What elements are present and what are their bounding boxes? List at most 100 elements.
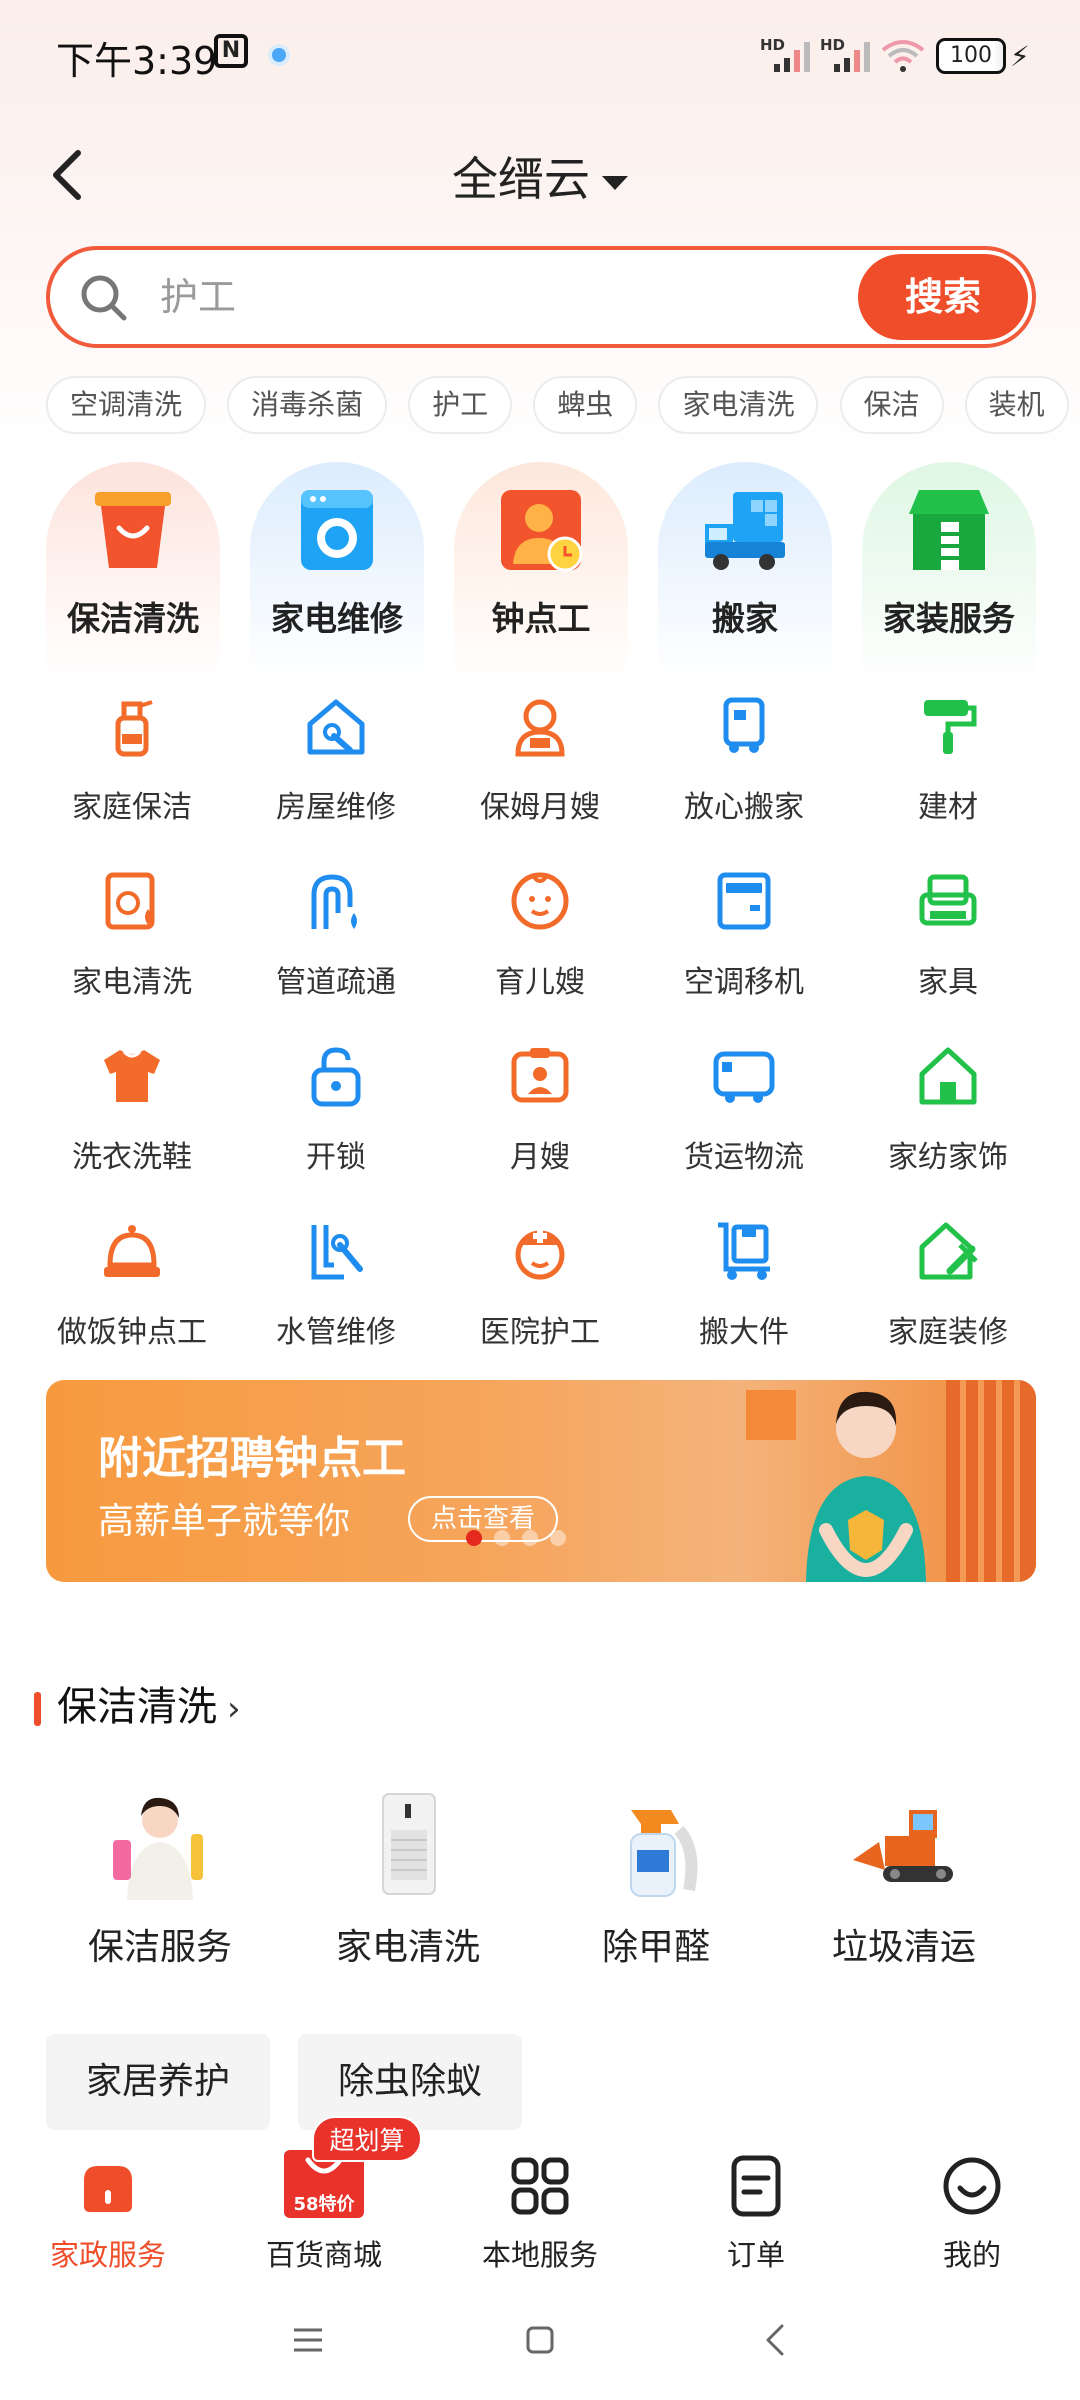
tab-label: 百货商城: [265, 2238, 382, 2272]
washing-machine-icon: [301, 490, 373, 570]
truck-icon: [723, 697, 765, 753]
house-service-icon: [84, 2166, 132, 2212]
wifi-icon: [881, 40, 925, 72]
air-purifier-image: [382, 1793, 436, 1895]
service-item-formaldehyde[interactable]: 除甲醛: [526, 1790, 776, 1990]
grid-item-maternity-nurse[interactable]: 月嫂: [438, 1040, 642, 1210]
status-bar: 下午3:39 N HD HD 100 ⚡: [0, 0, 1080, 110]
grid-item-label: 管道疏通: [276, 965, 396, 1000]
paint-roller-icon: [924, 700, 977, 754]
category-home-decoration[interactable]: 家装服务: [862, 462, 1036, 682]
search-input[interactable]: [160, 264, 860, 330]
grid-item-label: 水管维修: [276, 1315, 396, 1350]
chip[interactable]: 保洁: [839, 376, 944, 434]
grid-item-house-repair[interactable]: 房屋维修: [234, 690, 438, 860]
tab-home-service[interactable]: 家政服务: [0, 2154, 216, 2274]
grid-item-label: 家庭保洁: [72, 790, 192, 825]
tab-label: 家政服务: [49, 2238, 166, 2272]
chip[interactable]: 空调清洗: [46, 376, 207, 434]
tab-local-service[interactable]: 本地服务: [432, 2154, 648, 2274]
home-square-icon[interactable]: [520, 2320, 560, 2360]
notification-dot-icon: [272, 48, 286, 62]
chip[interactable]: 护工: [408, 376, 513, 434]
tag-home-maintenance[interactable]: 家居养护: [46, 2034, 271, 2130]
service-item-label: 除甲醛: [601, 1927, 710, 1968]
tab-mall[interactable]: 58特价 百货商城: [216, 2150, 432, 2274]
grid-item-freight[interactable]: 货运物流: [642, 1040, 846, 1210]
grid-item-ac-relocation[interactable]: 空调移机: [642, 865, 846, 1035]
service-item-label: 保洁服务: [87, 1927, 232, 1968]
category-label: 家装服务: [883, 599, 1015, 638]
promo-badge: 超划算: [312, 2116, 422, 2162]
service-item-garbage-removal[interactable]: 垃圾清运: [774, 1790, 1024, 1990]
grid-item-label: 搬大件: [699, 1315, 789, 1350]
grid-item-pipe-unclog[interactable]: 管道疏通: [234, 865, 438, 1035]
category-appliance-repair[interactable]: 家电维修: [250, 462, 424, 682]
grid-item-appliance-cleaning[interactable]: 家电清洗: [30, 865, 234, 1035]
grid-item-cooking-helper[interactable]: 做饭钟点工: [30, 1215, 234, 1385]
menu-icon[interactable]: [288, 2320, 328, 2360]
grid-item-home-renovation[interactable]: 家庭装修: [846, 1215, 1050, 1385]
search-button[interactable]: 搜索: [858, 254, 1028, 340]
grid-item-label: 家庭装修: [888, 1315, 1008, 1350]
order-icon: [731, 2155, 781, 2217]
category-label: 搬家: [712, 599, 778, 638]
grid-item-childcare[interactable]: 育儿嫂: [438, 865, 642, 1035]
tab-label: 订单: [726, 2238, 785, 2272]
baby-icon: [511, 872, 569, 930]
nanny-icon: [515, 699, 565, 757]
service-item-appliance-cleaning[interactable]: 家电清洗: [278, 1790, 528, 1990]
chevron-right-icon: ›: [227, 1689, 241, 1729]
chip[interactable]: 家电清洗: [658, 376, 819, 434]
home-icon: [919, 1047, 977, 1105]
nurse-icon: [515, 1229, 565, 1280]
grid-item-laundry[interactable]: 洗衣洗鞋: [30, 1040, 234, 1210]
signal-icon: [774, 42, 810, 72]
section-title-cleaning[interactable]: 保洁清洗 ›: [34, 1674, 241, 1734]
grid-item-building-materials[interactable]: 建材: [846, 690, 1050, 860]
caret-down-icon: [602, 175, 628, 190]
back-triangle-icon[interactable]: [756, 2320, 796, 2360]
chip[interactable]: 消毒杀菌: [227, 376, 388, 434]
grid-item-label: 保姆月嫂: [480, 790, 600, 825]
tab-orders[interactable]: 订单: [648, 2154, 864, 2274]
tab-label: 本地服务: [481, 2238, 598, 2272]
pipe-icon: [311, 874, 357, 929]
grid-item-home-cleaning[interactable]: 家庭保洁: [30, 690, 234, 860]
pager-dot-active: [466, 1530, 482, 1546]
tab-label: 我的: [942, 2238, 1001, 2272]
bulldozer-image: [853, 1810, 953, 1882]
system-nav-bar: [0, 2290, 1080, 2400]
sofa-icon: [919, 874, 977, 926]
pager-dot: [494, 1530, 510, 1546]
grid-item-nanny[interactable]: 保姆月嫂: [438, 690, 642, 860]
banner-title: 附近招聘钟点工: [98, 1433, 406, 1484]
service-item-cleaning[interactable]: 保洁服务: [30, 1790, 280, 1990]
grid-item-safe-moving[interactable]: 放心搬家: [642, 690, 846, 860]
category-moving[interactable]: 搬家: [658, 462, 832, 682]
grid-item-home-textiles[interactable]: 家纺家饰: [846, 1040, 1050, 1210]
grid-item-label: 放心搬家: [684, 790, 804, 825]
grid-item-furniture[interactable]: 家具: [846, 865, 1050, 1035]
charging-icon: ⚡: [1010, 40, 1030, 73]
category-cleaning[interactable]: 保洁清洗: [46, 462, 220, 682]
category-hourly-worker[interactable]: 钟点工: [454, 462, 628, 682]
grid-item-large-items[interactable]: 搬大件: [642, 1215, 846, 1385]
recruit-banner[interactable]: 附近招聘钟点工 高薪单子就等你 点击查看: [46, 1380, 1036, 1582]
cleaner-woman-image: [113, 1797, 203, 1900]
chip[interactable]: 蜱虫: [533, 376, 638, 434]
pager-dot: [550, 1530, 566, 1546]
chip[interactable]: 装机: [964, 376, 1069, 434]
van-icon: [713, 1051, 775, 1103]
shirt-icon: [104, 1050, 160, 1102]
mall-icon-text: 58特价: [293, 2193, 355, 2215]
grid-item-water-pipe-repair[interactable]: 水管维修: [234, 1215, 438, 1385]
tab-profile[interactable]: 我的: [864, 2154, 1080, 2274]
grid-item-unlock[interactable]: 开锁: [234, 1040, 438, 1210]
appliance-clean-icon: [105, 872, 155, 930]
city-selector[interactable]: 全缙云: [0, 143, 1080, 209]
moving-truck-icon: [705, 492, 785, 570]
pager-dot: [522, 1530, 538, 1546]
grid-item-label: 开锁: [306, 1140, 366, 1175]
grid-item-hospital-caregiver[interactable]: 医院护工: [438, 1215, 642, 1385]
